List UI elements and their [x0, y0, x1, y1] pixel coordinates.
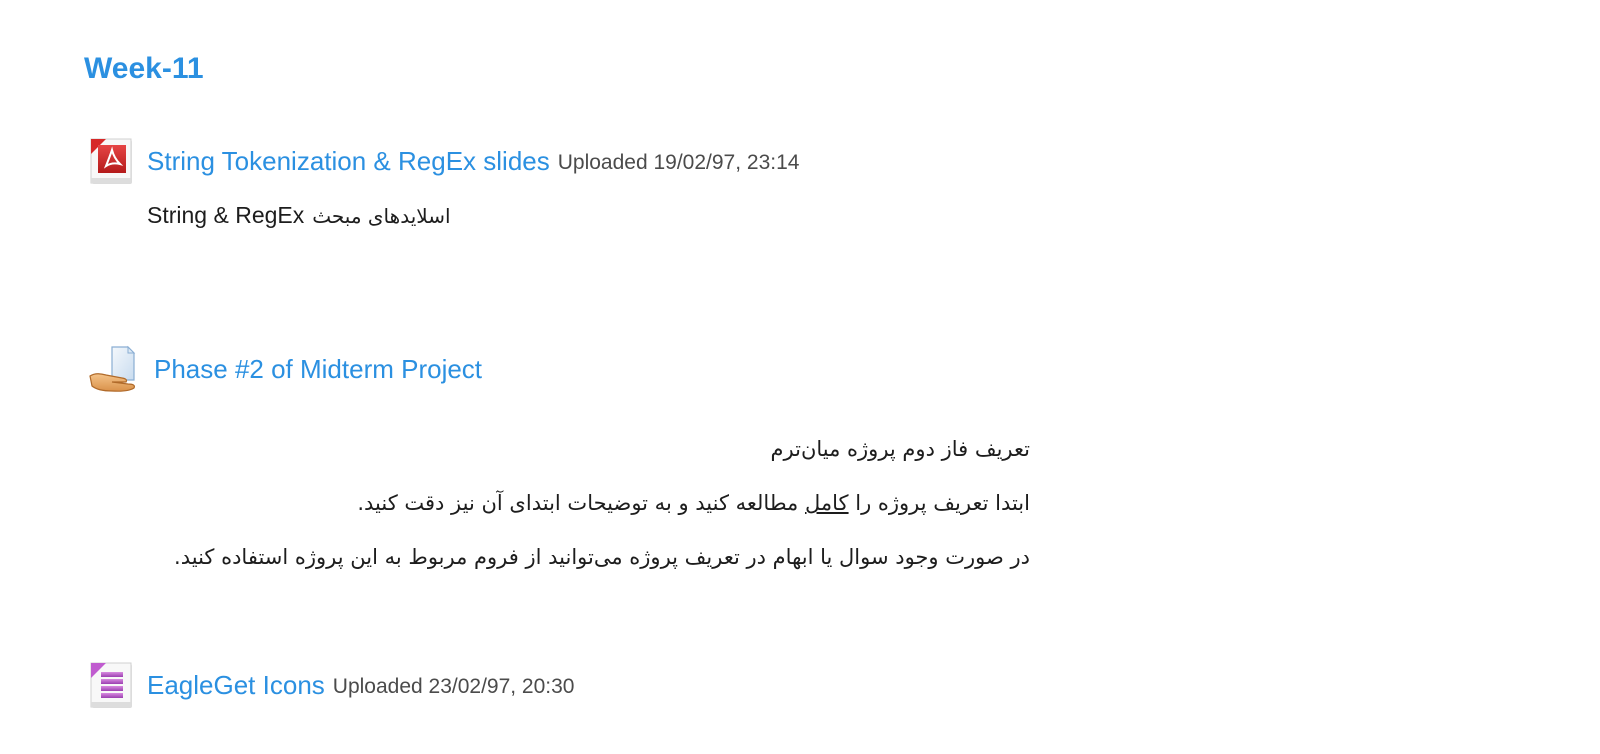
upload-details: Uploaded 19/02/97, 23:14: [557, 151, 800, 174]
description-ltr-text: String & RegEx: [147, 202, 305, 228]
pdf-icon[interactable]: [88, 136, 147, 186]
activity-resource-slides: String Tokenization & RegEx slides Uploa…: [88, 136, 799, 229]
description-rtl-text: اسلایدهای مبحث: [312, 203, 451, 228]
description-line-2-underlined: کامل: [805, 491, 849, 515]
description-line-3: در صورت وجود سوال یا ابهام در تعریف پروژ…: [174, 545, 1030, 569]
activity-resource-eagleget: EagleGet Icons Uploaded 23/02/97, 20:30: [88, 660, 575, 710]
description-line-2-part-1: ابتدا تعریف پروژه را: [855, 491, 1030, 515]
activity-description: String & RegEx اسلایدهای مبحث: [147, 202, 799, 229]
activity-assignment-phase2: Phase #2 of Midterm Project تعریف فاز دو…: [88, 344, 1030, 569]
description-line-2: ابتدا تعریف پروژه را کامل مطالعه کنید و …: [147, 484, 1030, 522]
description-line-2-part-2: مطالعه کنید و به توضیحات ابتدای آن نیز د…: [357, 491, 799, 515]
activity-link-assignment[interactable]: Phase #2 of Midterm Project: [154, 354, 482, 385]
assignment-icon[interactable]: [88, 344, 154, 394]
upload-details: Uploaded 23/02/97, 20:30: [332, 675, 575, 698]
activity-link-slides[interactable]: String Tokenization & RegEx slides: [147, 146, 550, 177]
description-line-1: تعریف فاز دوم پروژه میان‌ترم: [770, 437, 1030, 461]
section-title: Week-11: [84, 52, 204, 85]
assignment-description: تعریف فاز دوم پروژه میان‌ترم ابتدا تعریف…: [147, 430, 1030, 576]
archive-icon[interactable]: [88, 660, 147, 710]
activity-link-eagleget[interactable]: EagleGet Icons: [147, 670, 325, 701]
